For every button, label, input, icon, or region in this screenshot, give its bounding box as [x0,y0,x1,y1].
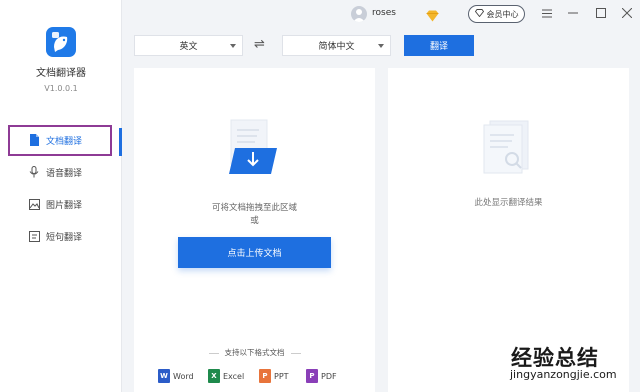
target-language-value: 简体中文 [318,42,355,52]
app-logo [46,27,76,57]
target-language-select[interactable]: 简体中文 [282,35,391,56]
menu-icon[interactable] [540,6,554,20]
sidebar: 文档翻译器 V1.0.0.1 文档翻译 语音翻译 图片翻译 短句翻译 [0,0,122,392]
drop-area-hint: 可将文档拖拽至此区域 或 [211,203,297,226]
diamond-icon [474,9,484,19]
app-name: 文档翻译器 [36,68,86,79]
source-language-select[interactable]: 英文 [134,35,243,56]
supported-formats-title: 支持以下格式文档 [134,347,375,358]
member-center-button[interactable]: 会员中心 [468,5,525,23]
format-word: W Word [158,369,194,383]
microphone-icon [28,166,40,178]
sidebar-item-sentence-translate[interactable]: 短句翻译 [0,222,122,250]
upload-document-button[interactable]: 点击上传文档 [178,237,331,268]
text-icon [28,230,40,242]
sidebar-item-voice-translate[interactable]: 语音翻译 [0,158,122,186]
active-item-highlight [8,125,112,156]
maximize-icon[interactable] [594,6,608,20]
sidebar-item-image-translate[interactable]: 图片翻译 [0,190,122,218]
vip-diamond-icon[interactable] [426,7,439,26]
word-icon: W [158,369,170,383]
sidebar-item-label: 语音翻译 [46,168,83,179]
watermark-url: jingyanzongjie.com [510,368,617,381]
ppt-icon: P [259,369,271,383]
sidebar-item-label: 图片翻译 [46,200,83,211]
close-icon[interactable] [620,6,634,20]
excel-icon: X [208,369,220,383]
sidebar-item-label: 短句翻译 [46,232,83,243]
upload-document-illustration [227,118,279,180]
format-excel: X Excel [208,369,244,383]
format-ppt: P PPT [259,369,289,383]
result-placeholder: 此处显示翻译结果 [474,198,543,208]
source-language-value: 英文 [179,42,198,52]
pdf-icon: P [306,369,318,383]
user-name[interactable]: roses [372,8,396,18]
result-document-illustration [482,119,536,179]
chevron-down-icon [230,44,236,48]
member-center-label: 会员中心 [486,9,519,19]
translate-button[interactable]: 翻译 [404,35,474,56]
image-icon [28,198,40,210]
format-pdf: P PDF [306,369,337,383]
swap-languages-icon[interactable]: ⇌ [254,37,265,52]
minimize-icon[interactable] [566,6,580,20]
upload-panel[interactable]: 可将文档拖拽至此区域 或 点击上传文档 支持以下格式文档 W Word X Ex… [134,68,375,392]
app-version: V1.0.0.1 [44,84,78,93]
chevron-down-icon [378,44,384,48]
avatar[interactable] [351,6,367,22]
